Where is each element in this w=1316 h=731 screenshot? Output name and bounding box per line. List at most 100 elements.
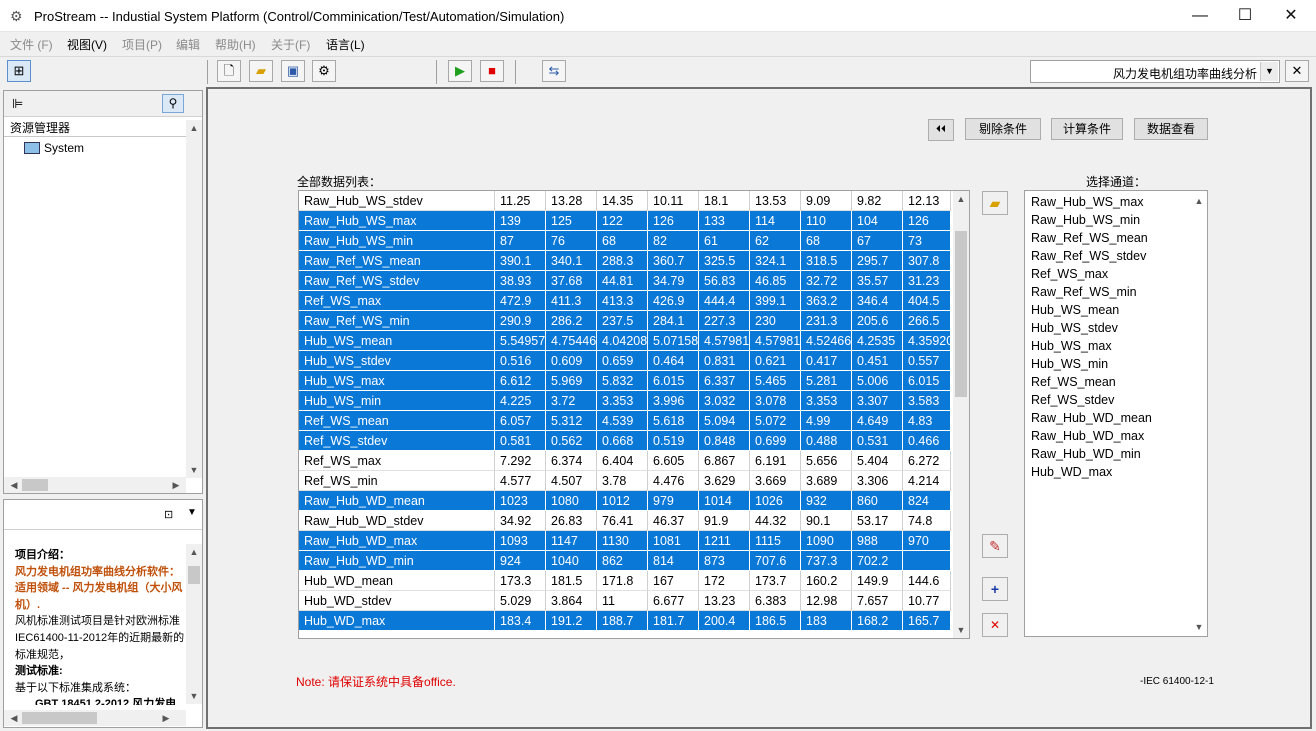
table-row[interactable]: Raw_Hub_WS_max 139 125 122 126 133 114 110 104 12… [299, 211, 951, 231]
table-row[interactable]: Hub_WS_min 4.225 3.72 3.353 3.996 3.032 3.078 3… [299, 391, 951, 411]
scroll-down-icon[interactable]: ▼ [1191, 619, 1207, 635]
tree-node-system[interactable]: System [24, 140, 84, 156]
scroll-right-icon[interactable]: ▶ [168, 477, 184, 493]
value-cell: 5.832 [597, 371, 648, 391]
table-row[interactable]: Raw_Ref_WS_mean 390.1 340.1 288.3 360.7 325.5… [299, 251, 951, 271]
scroll-down-icon[interactable]: ▼ [186, 462, 202, 478]
channel-item[interactable]: Raw_Ref_WS_stdev [1031, 247, 1146, 265]
delete-icon[interactable]: ✕ [982, 613, 1008, 637]
table-row[interactable]: Raw_Hub_WD_stdev 34.92 26.83 76.41 46.37 91.9… [299, 511, 951, 531]
channel-item[interactable]: Hub_WS_max [1031, 337, 1112, 355]
table-row[interactable]: Hub_WS_mean 5.54957 4.75446 4.04208 5.07158 4… [299, 331, 951, 351]
channel-list[interactable]: ▲ ▼ Raw_Hub_WS_max Raw_Hub_WS_min Raw_Ref_… [1024, 190, 1208, 637]
scroll-left-icon[interactable]: ◀ [6, 710, 22, 726]
table-row[interactable]: Raw_Ref_WS_min 290.9 286.2 237.5 284.1 227.3 2… [299, 311, 951, 331]
channel-item[interactable]: Raw_Hub_WS_min [1031, 211, 1140, 229]
swap-icon[interactable]: ⇆ [542, 60, 566, 82]
menu-view[interactable]: 视图(V) [67, 36, 107, 53]
remove-condition-button[interactable]: 剔除条件 [965, 118, 1041, 140]
data-table[interactable]: Hub_WD_max 183.4 191.2 188.7 181.7 200.4 186.5… [298, 190, 970, 639]
scroll-up-icon[interactable]: ▲ [953, 191, 969, 207]
scroll-thumb[interactable] [955, 231, 967, 397]
minimize-button[interactable]: — [1177, 0, 1223, 32]
value-cell: 11.25 [495, 191, 546, 211]
calc-condition-button[interactable]: 计算条件 [1051, 118, 1123, 140]
channel-item[interactable]: Raw_Hub_WS_max [1031, 193, 1144, 211]
explorer-icon[interactable]: ⊞ [7, 60, 31, 82]
explorer-hscroll[interactable]: ◀ ▶ [4, 477, 186, 493]
add-icon[interactable]: + [982, 577, 1008, 601]
channel-item[interactable]: Ref_WS_max [1031, 265, 1108, 283]
scroll-thumb[interactable] [22, 712, 97, 724]
table-row[interactable]: Raw_Ref_WS_stdev 38.93 37.68 44.81 34.79 56.8… [299, 271, 951, 291]
table-row[interactable]: Ref_WS_max 472.9 411.3 413.3 426.9 444.4 399.1… [299, 291, 951, 311]
table-row[interactable]: Ref_WS_mean 6.057 5.312 4.539 5.618 5.094 5.07… [299, 411, 951, 431]
channel-item[interactable]: Raw_Hub_WD_max [1031, 427, 1144, 445]
table-row[interactable]: Ref_WS_min 4.577 4.507 3.78 4.476 3.629 3.669 3… [299, 471, 951, 491]
scroll-up-icon[interactable]: ▲ [1191, 193, 1207, 209]
channel-item[interactable]: Raw_Hub_WD_min [1031, 445, 1141, 463]
table-row[interactable]: Raw_Hub_WD_min 924 1040 862 814 873 707.6 737.3… [299, 551, 951, 571]
channel-vscroll[interactable]: ▲ ▼ [1191, 191, 1207, 636]
info-vscroll[interactable]: ▲ ▼ [186, 544, 202, 704]
scroll-right-icon[interactable]: ▶ [158, 710, 174, 726]
table-row[interactable]: Hub_WS_max 6.612 5.969 5.832 6.015 6.337 5.465… [299, 371, 951, 391]
table-row[interactable]: Raw_Hub_WS_min 87 76 68 82 61 62 68 67 73 [299, 231, 951, 251]
maximize-button[interactable]: ☐ [1222, 0, 1268, 32]
table-row[interactable]: Hub_WD_max 183.4 191.2 188.7 181.7 200.4 186.5… [299, 611, 951, 631]
scroll-down-icon[interactable]: ▼ [953, 622, 969, 638]
save-icon[interactable]: ▣ [281, 60, 305, 82]
channel-item[interactable]: Hub_WS_mean [1031, 301, 1119, 319]
menu-language[interactable]: 语言(L) [326, 36, 365, 53]
table-row[interactable]: Hub_WD_mean 173.3 181.5 171.8 167 172 173.7 160… [299, 571, 951, 591]
scroll-left-icon[interactable]: ◀ [6, 477, 22, 493]
chevron-down-icon[interactable]: ▼ [1260, 62, 1278, 81]
folder-export-icon[interactable]: ▰ [982, 191, 1008, 215]
collapse-left-icon[interactable]: ⏴⏴ [928, 119, 954, 141]
scroll-down-icon[interactable]: ▼ [186, 688, 202, 704]
open-folder-icon[interactable]: ▰ [249, 60, 273, 82]
explorer-vscroll[interactable]: ▲ ▼ [186, 120, 202, 478]
scroll-thumb[interactable] [22, 479, 48, 491]
mode-select[interactable]: 风力发电机组功率曲线分析 ▼ [1030, 60, 1280, 83]
table-row[interactable]: Ref_WS_max 7.292 6.374 6.404 6.605 6.867 6.191… [299, 451, 951, 471]
search-icon[interactable]: ⚲ [162, 94, 184, 113]
tools-icon[interactable]: ✕ [1285, 60, 1309, 82]
menu-file[interactable]: 文件 (F) [10, 36, 53, 53]
table-vscroll[interactable]: ▲ ▼ [953, 191, 969, 638]
scroll-thumb[interactable] [188, 566, 200, 584]
chevron-down-icon[interactable]: ▼ [187, 507, 197, 518]
scroll-up-icon[interactable]: ▲ [186, 544, 202, 560]
table-row[interactable]: Raw_Hub_WD_max 1093 1147 1130 1081 1211 1115 10… [299, 531, 951, 551]
menu-project[interactable]: 项目(P) [122, 36, 162, 53]
clear-brush-icon[interactable]: ✎ [982, 534, 1008, 558]
info-hscroll[interactable]: ◀ ▶ [4, 710, 186, 726]
table-row[interactable]: Raw_Hub_WD_mean 1023 1080 1012 979 1014 1026 93… [299, 491, 951, 511]
view-toggle-icon[interactable]: ⊡ [164, 508, 173, 521]
scroll-up-icon[interactable]: ▲ [186, 120, 202, 136]
channel-item[interactable]: Raw_Hub_WD_mean [1031, 409, 1152, 427]
run-icon[interactable]: ▶ [448, 60, 472, 82]
table-row[interactable]: Hub_WD_stdev 5.029 3.864 11 6.677 13.23 6.383 1… [299, 591, 951, 611]
channel-item[interactable]: Ref_WS_mean [1031, 373, 1116, 391]
data-view-button[interactable]: 数据查看 [1134, 118, 1208, 140]
new-file-icon[interactable]: 🗋 [217, 60, 241, 82]
menu-help[interactable]: 帮助(H) [215, 36, 256, 53]
settings-gear-icon[interactable]: ⚙ [312, 60, 336, 82]
value-cell: 126 [648, 211, 699, 231]
channel-item[interactable]: Hub_WS_stdev [1031, 319, 1118, 337]
menu-about[interactable]: 关于(F) [271, 36, 310, 53]
row-name-cell: Raw_Ref_WS_mean [299, 251, 495, 271]
stop-icon[interactable]: ■ [480, 60, 504, 82]
menu-edit[interactable]: 编辑 [176, 36, 200, 53]
channel-item[interactable]: Raw_Ref_WS_min [1031, 283, 1137, 301]
table-row[interactable]: Hub_WS_stdev 0.516 0.609 0.659 0.464 0.831 0.6… [299, 351, 951, 371]
channel-item[interactable]: Hub_WD_max [1031, 463, 1112, 481]
close-button[interactable]: ✕ [1268, 0, 1314, 32]
channel-item[interactable]: Raw_Ref_WS_mean [1031, 229, 1148, 247]
table-row[interactable]: Raw_Hub_WS_stdev 11.25 13.28 14.35 10.11 18.1… [299, 191, 951, 211]
channel-item[interactable]: Hub_WS_min [1031, 355, 1108, 373]
table-row[interactable]: Ref_WS_stdev 0.581 0.562 0.668 0.519 0.848 0.6… [299, 431, 951, 451]
tree-icon[interactable]: ⊫ [12, 96, 23, 112]
channel-item[interactable]: Ref_WS_stdev [1031, 391, 1114, 409]
